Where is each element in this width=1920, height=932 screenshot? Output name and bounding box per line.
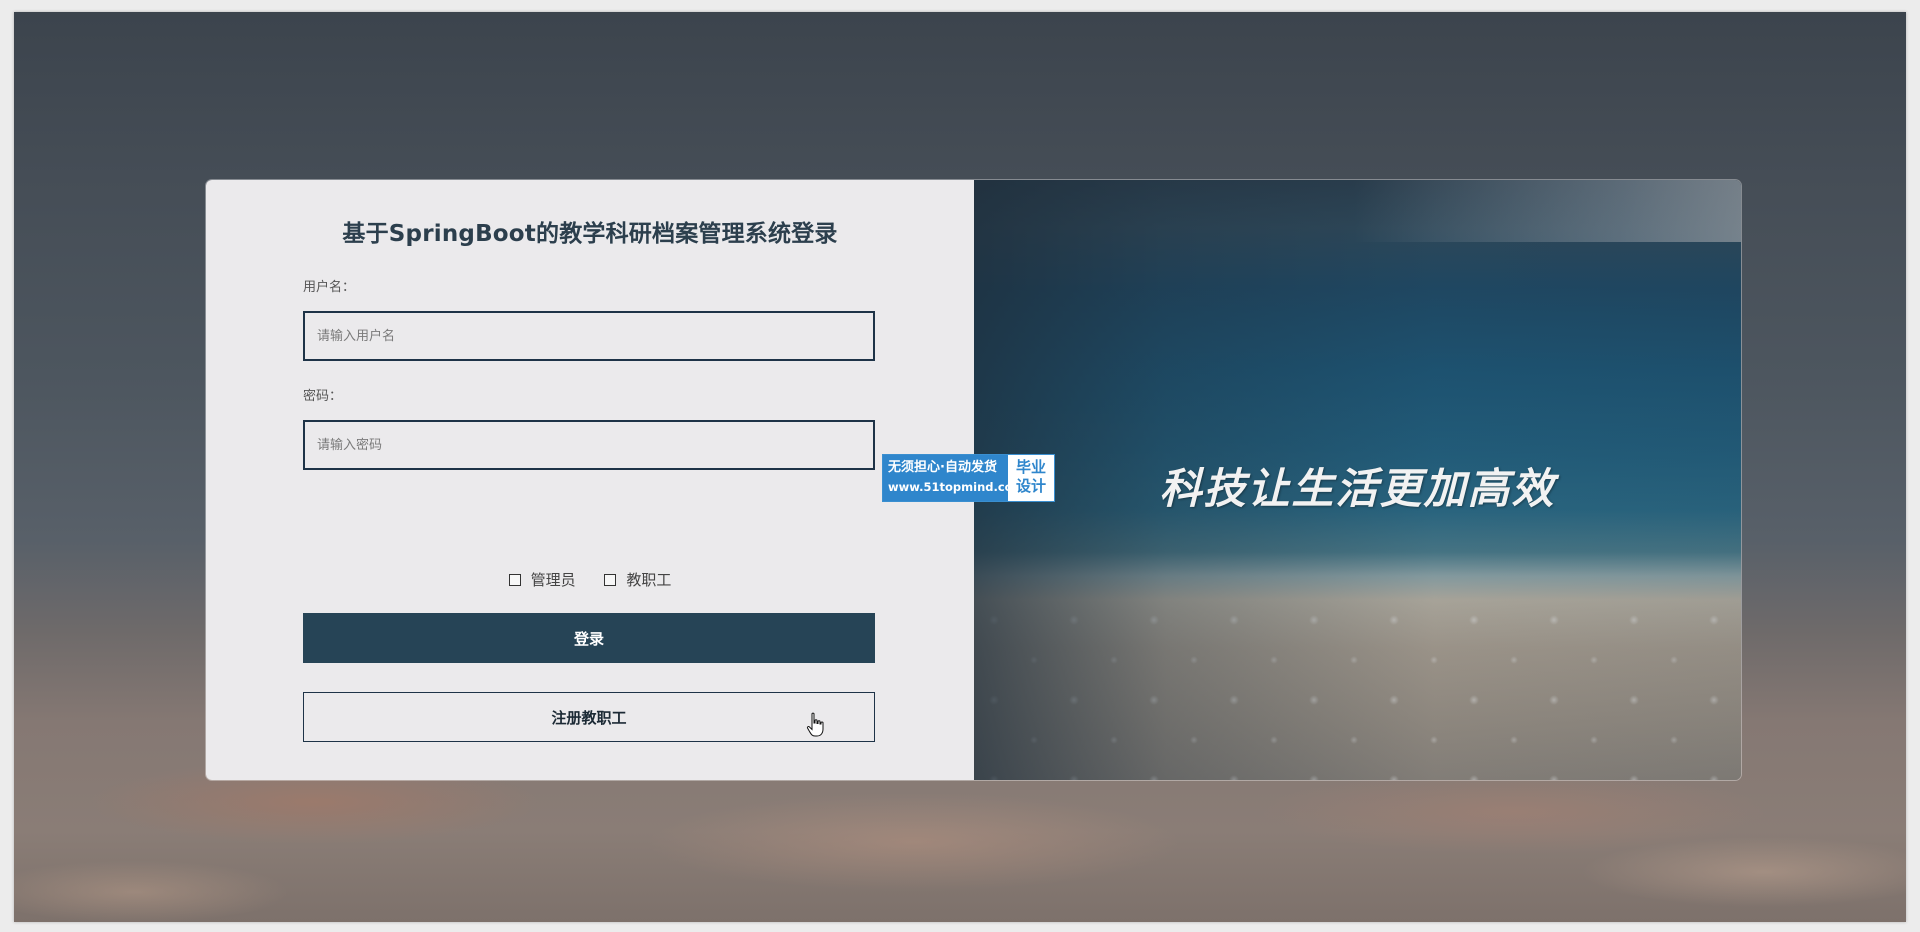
role-staff-checkbox[interactable] <box>604 573 617 586</box>
watermark-badge: 无须担心·自动发货 www.51topmind.com 毕业 设计 <box>882 454 1055 502</box>
watermark-line1: 无须担心·自动发货 <box>888 460 997 475</box>
role-admin-checkbox[interactable] <box>508 573 521 586</box>
register-staff-button[interactable]: 注册教职工 <box>303 692 875 742</box>
password-input[interactable] <box>303 420 875 470</box>
role-option-admin[interactable]: 管理员 <box>508 569 576 590</box>
watermark-right: 毕业 设计 <box>1008 455 1054 501</box>
password-label: 密码： <box>303 389 343 404</box>
login-screen: 基于SpringBoot的教学科研档案管理系统登录 用户名： 密码： 管理员 教… <box>14 12 1906 922</box>
username-input[interactable] <box>303 311 875 361</box>
username-label: 用户名： <box>303 280 356 295</box>
role-staff-label: 教职工 <box>626 571 672 589</box>
role-admin-label: 管理员 <box>530 571 576 589</box>
login-form-panel: 基于SpringBoot的教学科研档案管理系统登录 用户名： 密码： 管理员 教… <box>206 180 974 780</box>
login-button[interactable]: 登录 <box>303 613 875 663</box>
hand-cursor-icon <box>806 712 824 737</box>
banner-image-panel: 科技让生活更加高效 <box>974 180 1741 780</box>
watermark-right-line1: 毕业 <box>1015 458 1046 476</box>
watermark-url: www.51topmind.com <box>888 480 1025 494</box>
role-option-staff[interactable]: 教职工 <box>604 569 671 590</box>
watermark-left: 无须担心·自动发货 www.51topmind.com <box>883 455 1025 501</box>
watermark-right-line2: 设计 <box>1015 477 1046 495</box>
banner-slogan: 科技让生活更加高效 <box>1159 464 1556 513</box>
role-selector: 管理员 教职工 <box>206 569 974 590</box>
page-title: 基于SpringBoot的教学科研档案管理系统登录 <box>342 221 838 247</box>
